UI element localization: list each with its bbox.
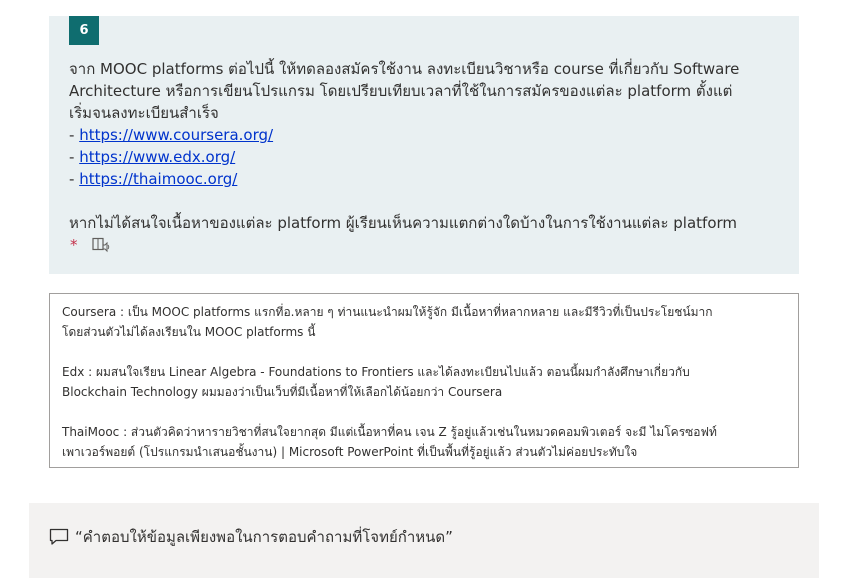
followup-question: หากไม่ได้สนใจเนื้อหาของแต่ละ platform ผู… [69,214,738,232]
question-text: จาก MOOC platforms ต่อไปนี้ ให้ทดลองสมัค… [69,58,784,256]
answer-paragraph: Edx : ผมสนใจเรียน Linear Algebra - Found… [62,365,690,399]
link-item: - https://www.edx.org/ [69,148,236,166]
prompt-line: เริ่มจนลงทะเบียนสำเร็จ [69,104,219,122]
coursera-link[interactable]: https://www.coursera.org/ [79,126,273,144]
edx-link[interactable]: https://www.edx.org/ [79,148,235,166]
link-item: - https://thaimooc.org/ [69,170,238,188]
required-mark: * [70,236,78,254]
question-number-badge: 6 [69,16,99,45]
required-row: * [69,234,784,256]
prompt-line: Architecture หรือการเขียนโปรแกรม โดยเปรี… [69,82,733,100]
prompt-line: จาก MOOC platforms ต่อไปนี้ ให้ทดลองสมัค… [69,60,740,78]
answer-textbox[interactable]: Coursera : เป็น MOOC platforms แรกที่อ.ห… [49,293,799,468]
immersive-reader-icon[interactable] [91,237,110,253]
answer-paragraph: ThaiMooc : ส่วนตัวคิดว่าหารายวิชาที่สนใจ… [62,425,717,459]
feedback-row: “คำตอบให้ข้อมูลเพียงพอในการตอบคำถามที่โจ… [49,525,453,549]
question-card: 6 จาก MOOC platforms ต่อไปนี้ ให้ทดลองสม… [49,16,799,274]
feedback-panel: “คำตอบให้ข้อมูลเพียงพอในการตอบคำถามที่โจ… [29,503,819,578]
link-item: - https://www.coursera.org/ [69,126,274,144]
comment-icon [49,528,69,546]
feedback-text: “คำตอบให้ข้อมูลเพียงพอในการตอบคำถามที่โจ… [75,528,453,546]
thaimooc-link[interactable]: https://thaimooc.org/ [79,170,237,188]
answer-paragraph: Coursera : เป็น MOOC platforms แรกที่อ.ห… [62,305,713,339]
